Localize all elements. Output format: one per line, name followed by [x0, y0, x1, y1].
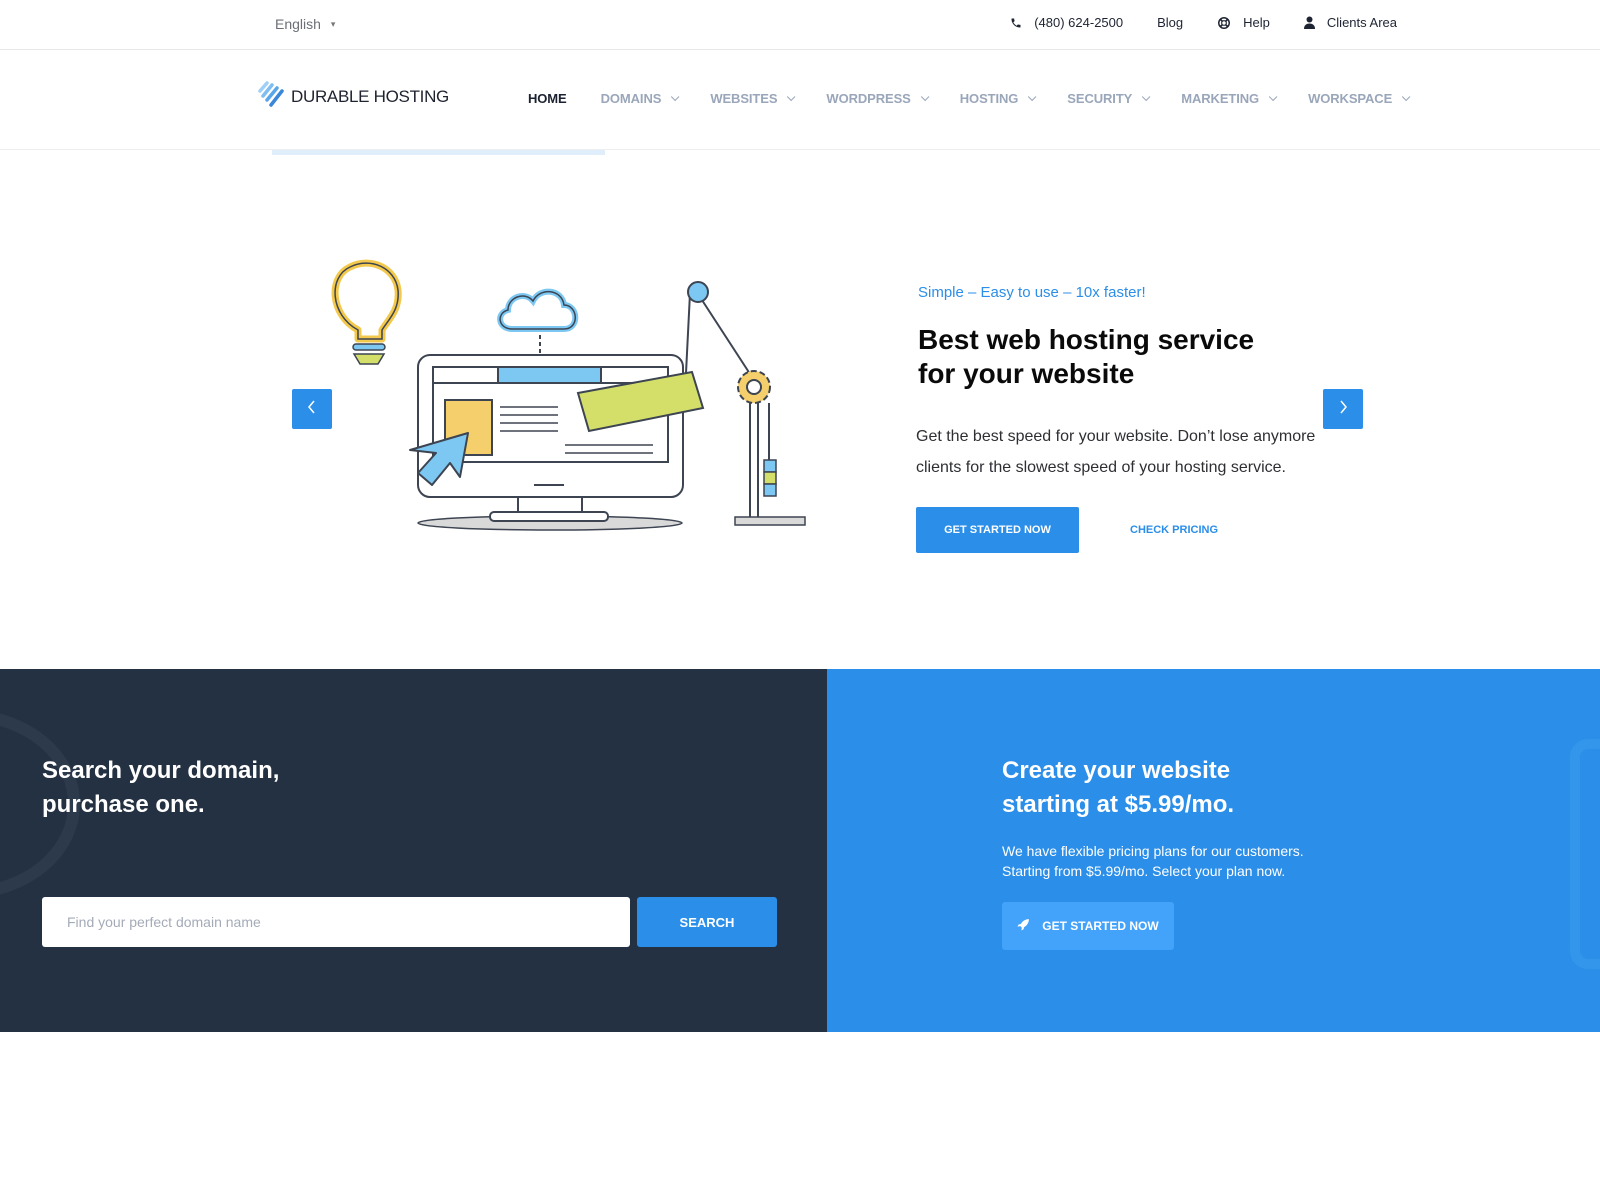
title-line: Create your website — [1002, 757, 1231, 784]
nav-item-marketing[interactable]: MARKETING — [1181, 91, 1278, 106]
chevron-down-icon — [1402, 92, 1411, 101]
nav-label: MARKETING — [1181, 91, 1260, 106]
phone-icon — [1010, 17, 1022, 29]
promo-get-started-button[interactable]: GET STARTED NOW — [1002, 902, 1174, 950]
desc-line: Starting from $5.99/mo. Select your plan… — [1002, 863, 1286, 879]
rocket-icon — [1017, 918, 1030, 934]
nav-item-wordpress[interactable]: WORDPRESS — [826, 91, 930, 106]
hero-illustration — [290, 255, 820, 555]
nav-item-websites[interactable]: WEBSITES — [710, 91, 796, 106]
lightbulb-icon — [331, 259, 402, 365]
title-line: Search your domain, — [42, 757, 280, 784]
logo-text: DURABLE HOSTING — [291, 86, 449, 106]
help-link[interactable]: Help — [1217, 15, 1270, 30]
get-started-button[interactable]: GET STARTED NOW — [916, 507, 1079, 553]
logo[interactable]: DURABLE HOSTING — [258, 81, 449, 112]
hero-desc-line: clients for the slowest speed of your ho… — [916, 459, 1286, 476]
title-line: purchase one. — [42, 791, 205, 818]
language-label: English — [275, 16, 321, 32]
chevron-down-icon — [671, 92, 680, 101]
nav-item-domains[interactable]: DOMAINS — [600, 91, 680, 106]
chevron-down-icon: ▾ — [330, 18, 336, 29]
decorative-frame — [1570, 739, 1600, 969]
crane-arm-icon — [685, 281, 753, 378]
nav-label: WORDPRESS — [826, 91, 911, 106]
slider-prev-button[interactable] — [292, 389, 332, 429]
check-pricing-link[interactable]: CHECK PRICING — [1130, 524, 1218, 536]
nav-label: SECURITY — [1067, 91, 1133, 106]
chevron-down-icon — [920, 92, 930, 101]
hero-title: Best web hosting service for your websit… — [918, 323, 1338, 391]
top-links: (480) 624-2500 Blog Help Clients Area — [1010, 15, 1397, 30]
blog-label: Blog — [1157, 15, 1184, 30]
chevron-down-icon — [1268, 92, 1278, 101]
website-promo-panel: Create your website starting at $5.99/mo… — [827, 669, 1600, 1032]
nav-item-workspace[interactable]: WORKSPACE — [1308, 91, 1411, 106]
help-label: Help — [1243, 15, 1270, 30]
phone-link[interactable]: (480) 624-2500 — [1010, 15, 1123, 30]
hero-title-line: Best web hosting service — [918, 324, 1255, 355]
hero-description: Get the best speed for your website. Don… — [916, 421, 1376, 483]
language-selector[interactable]: English ▾ — [275, 16, 335, 32]
logo-mark-icon — [258, 81, 288, 112]
desc-line: We have flexible pricing plans for our c… — [1002, 843, 1304, 859]
website-promo-description: We have flexible pricing plans for our c… — [1002, 841, 1362, 881]
domain-search-input[interactable] — [42, 897, 630, 947]
nav-item-security[interactable]: SECURITY — [1067, 91, 1151, 106]
main-nav: HOME DOMAINS WEBSITES WORDPRESS HOSTING … — [528, 91, 1411, 106]
search-button[interactable]: SEARCH — [637, 897, 777, 947]
nav-item-hosting[interactable]: HOSTING — [959, 91, 1037, 106]
chevron-right-icon — [1338, 400, 1348, 419]
phone-number: (480) 624-2500 — [1034, 15, 1124, 30]
hero-desc-line: Get the best speed for your website. Don… — [916, 428, 1316, 445]
clients-area-label: Clients Area — [1326, 15, 1397, 30]
domain-search-title: Search your domain, purchase one. — [42, 754, 279, 822]
nav-item-home[interactable]: HOME — [528, 91, 567, 106]
hero-tagline: Simple – Easy to use – 10x faster! — [918, 284, 1146, 301]
domain-search-panel: Search your domain, purchase one. SEARCH — [0, 669, 827, 1032]
nav-progress-bar — [272, 150, 605, 155]
chevron-down-icon — [1142, 92, 1151, 101]
nav-label: WEBSITES — [710, 91, 778, 106]
hero-title-line: for your website — [918, 358, 1135, 389]
user-icon — [1303, 16, 1315, 29]
nav-label: HOSTING — [959, 91, 1019, 106]
chevron-left-icon — [307, 400, 317, 419]
website-promo-title: Create your website starting at $5.99/mo… — [1002, 754, 1234, 822]
lifebuoy-icon — [1217, 16, 1231, 30]
blog-link[interactable]: Blog — [1157, 15, 1183, 30]
gear-icon — [734, 370, 806, 526]
title-line: starting at $5.99/mo. — [1002, 791, 1235, 818]
nav-label: HOME — [528, 91, 567, 106]
chevron-down-icon — [1028, 92, 1037, 101]
main-navbar: DURABLE HOSTING HOME DOMAINS WEBSITES WO… — [0, 50, 1600, 150]
chevron-down-icon — [787, 92, 796, 101]
nav-label: WORKSPACE — [1308, 91, 1393, 106]
cloud-icon — [497, 288, 579, 355]
promo-button-label: GET STARTED NOW — [1042, 919, 1159, 933]
top-bar: English ▾ (480) 624-2500 Blog Help Clien… — [0, 0, 1600, 50]
nav-label: DOMAINS — [600, 91, 662, 106]
clients-area-link[interactable]: Clients Area — [1303, 15, 1397, 30]
